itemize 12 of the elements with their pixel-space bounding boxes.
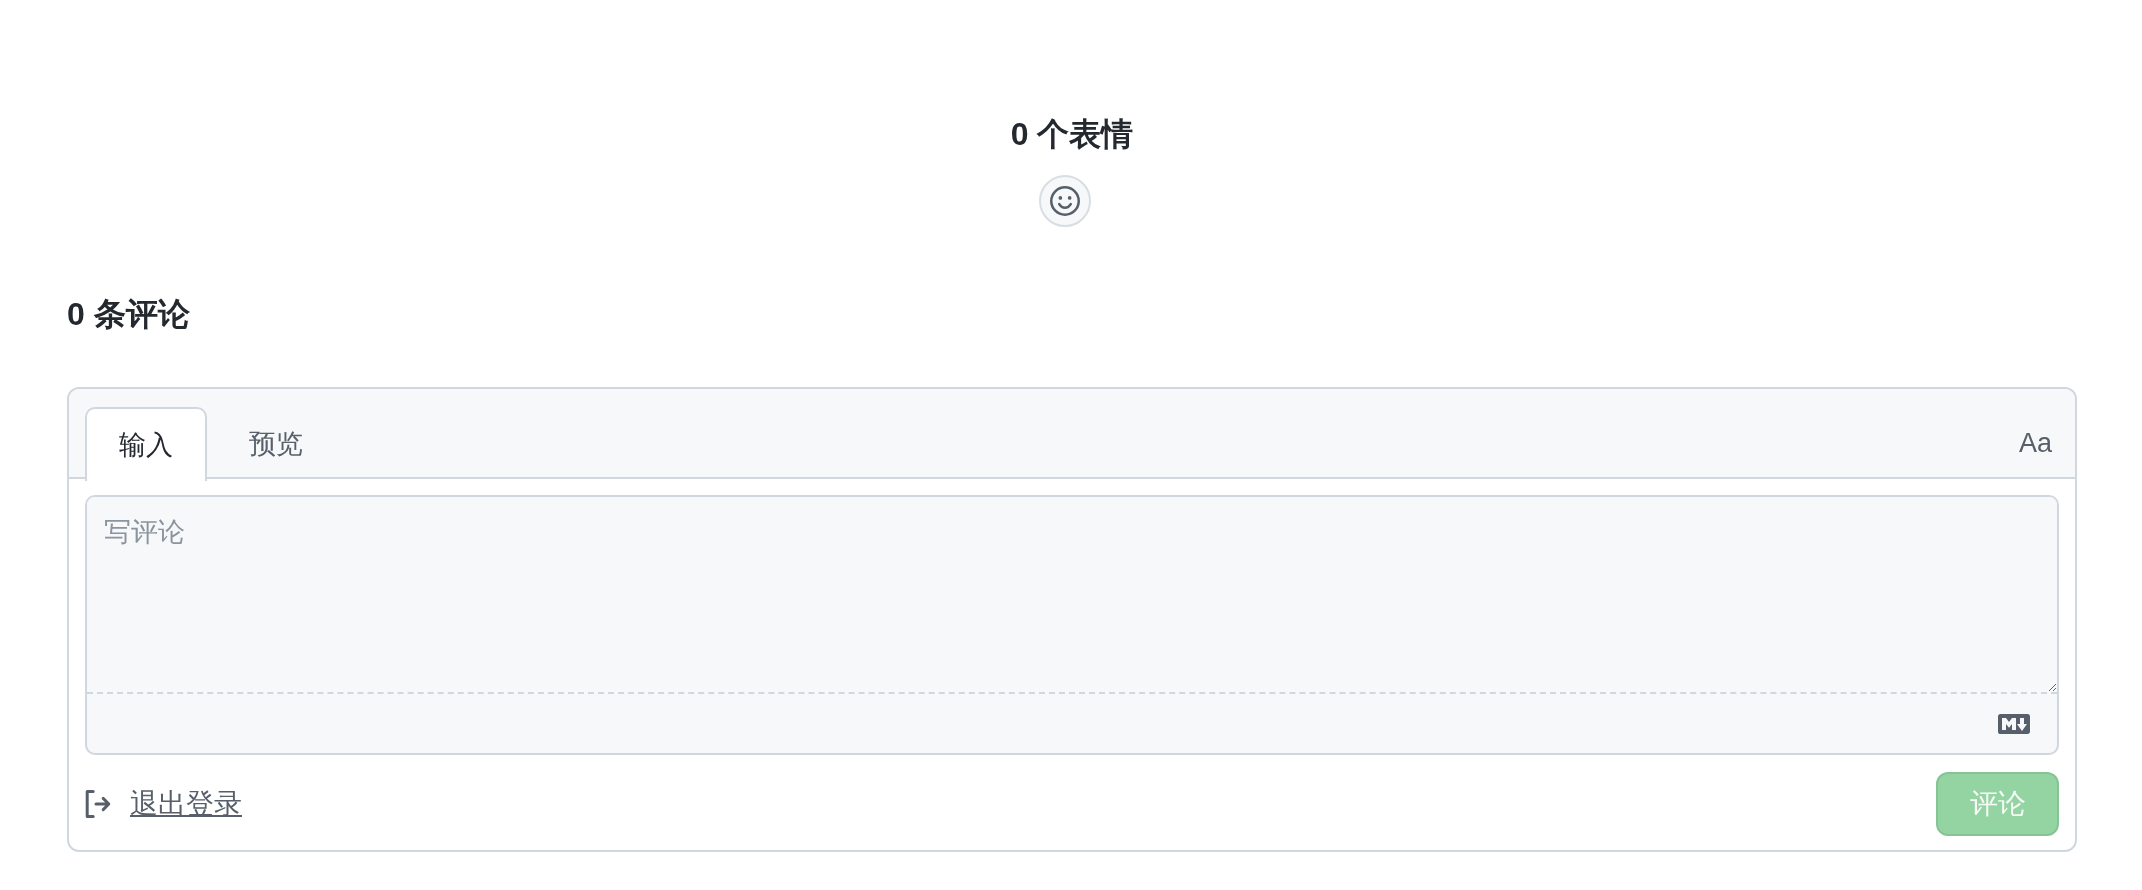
font-toggle-button[interactable]: Aa [2018, 426, 2052, 460]
editor-tab[interactable]: 预览 [215, 407, 337, 479]
sign-out-icon [85, 790, 111, 818]
add-reaction-button[interactable] [1039, 175, 1091, 227]
comment-field[interactable]: 写评论 [85, 495, 2059, 755]
editor-tab[interactable]: 输入 [85, 407, 207, 481]
comments-count: 0 条评论 [67, 295, 190, 334]
reactions-count: 0 个表情 [1010, 115, 1134, 154]
comment-input[interactable]: 写评论 [87, 497, 2057, 694]
markdown-icon [1998, 713, 2030, 734]
logout-link[interactable]: 退出登录 [130, 786, 242, 822]
smiley-icon [1050, 186, 1080, 216]
